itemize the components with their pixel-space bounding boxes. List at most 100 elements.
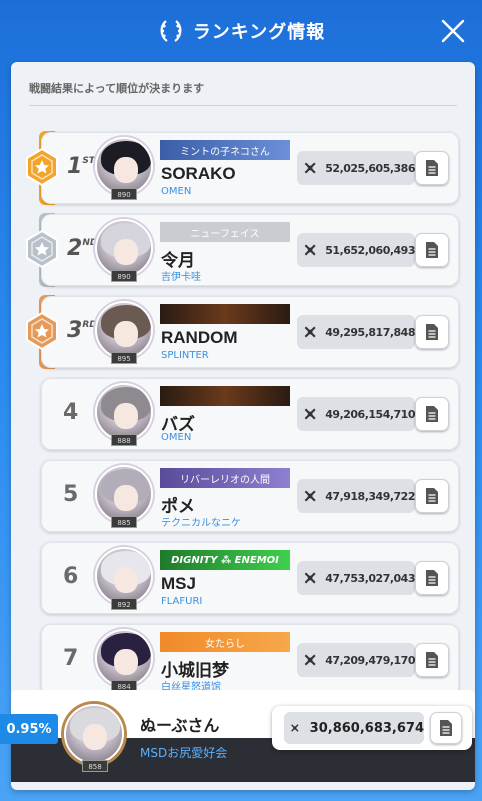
player-avatar[interactable] [95, 219, 153, 277]
player-name: SORAKO [161, 164, 236, 183]
avatar-face [114, 239, 138, 265]
detail-button[interactable] [415, 479, 449, 513]
level-badge: 890 [111, 188, 137, 200]
rank-number: 3RD [67, 318, 97, 343]
rank-number: 6 [63, 564, 79, 589]
document-icon [426, 406, 438, 422]
ranking-description: 戦闘結果によって順位が決まります [29, 82, 205, 95]
name-plate: ミントの子ネコさん [160, 140, 290, 160]
player-avatar[interactable] [95, 383, 153, 441]
name-plate: リバーレリオの人間 [160, 468, 290, 488]
document-icon [426, 160, 438, 176]
name-plate [160, 304, 290, 324]
level-badge: 892 [111, 598, 137, 610]
document-icon [426, 242, 438, 258]
rank-number: 5 [63, 482, 79, 507]
avatar-face [114, 321, 138, 347]
my-avatar[interactable] [64, 704, 124, 764]
score-value: 47,753,027,043 [325, 571, 415, 585]
my-player-name: ぬーぶさん [140, 716, 220, 735]
gold-medal-icon [26, 147, 58, 187]
player-avatar[interactable] [95, 629, 153, 687]
player-avatar[interactable] [95, 465, 153, 523]
detail-button[interactable] [415, 233, 449, 267]
detail-button[interactable] [415, 561, 449, 595]
silver-medal-icon [26, 229, 58, 269]
my-score-box: 30,860,683,674 [284, 712, 424, 744]
my-detail-button[interactable] [430, 712, 462, 744]
rank-number: 1ST [67, 154, 95, 179]
combat-power-icon [291, 724, 299, 732]
name-plate: 女たらし [160, 632, 290, 652]
combat-power-icon [304, 162, 316, 174]
document-icon [426, 488, 438, 504]
combat-power-icon [304, 408, 316, 420]
rank-number: 7 [63, 646, 79, 671]
score-box: 52,025,605,386 [297, 151, 415, 185]
combat-power-icon [304, 244, 316, 256]
level-badge: 888 [111, 434, 137, 446]
player-avatar[interactable] [95, 547, 153, 605]
my-score: 30,860,683,674 [309, 720, 424, 736]
ranking-row[interactable]: 7 884 女たらし 小城旧梦 白丝星怒道馆 47,209,479,170 [41, 624, 459, 696]
name-plate-text: 女たらし [205, 638, 245, 650]
combat-power-icon [304, 326, 316, 338]
avatar-face [114, 649, 138, 675]
player-name: MSJ [161, 574, 196, 593]
score-box: 47,918,349,722 [297, 479, 415, 513]
rank-number: 4 [63, 400, 79, 425]
my-level-badge: 858 [82, 760, 108, 772]
avatar-face [114, 485, 138, 511]
score-value: 47,209,479,170 [325, 653, 415, 667]
score-value: 52,025,605,386 [325, 161, 415, 175]
avatar-face [83, 724, 107, 750]
document-icon [426, 324, 438, 340]
level-badge: 895 [111, 352, 137, 364]
ranking-row[interactable]: 3RD 895 RANDOM SPLINTER 49,295,817,848 [26, 296, 459, 368]
my-guild-name: MSDお尻愛好会 [140, 746, 228, 760]
detail-button[interactable] [415, 397, 449, 431]
ranking-row[interactable]: 4 888 バズ OMEN 49,206,154,710 [41, 378, 459, 450]
page-title: ランキング情報 [192, 22, 326, 43]
score-value: 49,206,154,710 [325, 407, 415, 421]
combat-power-icon [304, 490, 316, 502]
score-box: 47,209,479,170 [297, 643, 415, 677]
score-value: 49,295,817,848 [325, 325, 415, 339]
ranking-row[interactable]: 6 892 DIGNITY ⁂ ENEMOI MSJ FLAFURI 47,75… [41, 542, 459, 614]
ranking-row[interactable]: 2ND 890 ニューフェイス 令月 吉伊卡哇 51,652,060,493 [26, 214, 459, 286]
player-avatar[interactable] [95, 301, 153, 359]
avatar-face [114, 403, 138, 429]
detail-button[interactable] [415, 151, 449, 185]
name-plate: DIGNITY ⁂ ENEMOI [160, 550, 290, 570]
divider [29, 105, 457, 106]
detail-button[interactable] [415, 315, 449, 349]
detail-button[interactable] [415, 643, 449, 677]
guild-name: FLAFURI [161, 596, 203, 607]
score-value: 47,918,349,722 [325, 489, 415, 503]
my-rank-bar: 0.95% 858 ぬーぶさん MSDお尻愛好会 30,860,683,674 [0, 690, 482, 790]
guild-name: OMEN [161, 186, 192, 197]
ranking-row[interactable]: 5 885 リバーレリオの人間 ポメ テクニカルなニケ 47,918,349,7… [41, 460, 459, 532]
bronze-medal-icon [26, 311, 58, 351]
score-box: 49,295,817,848 [297, 315, 415, 349]
document-icon [426, 570, 438, 586]
avatar-face [114, 157, 138, 183]
close-icon[interactable] [440, 18, 466, 44]
score-value: 51,652,060,493 [325, 243, 415, 257]
guild-name: OMEN [161, 432, 192, 443]
score-box: 51,652,060,493 [297, 233, 415, 267]
player-avatar[interactable] [95, 137, 153, 195]
ranking-panel: 戦闘結果によって順位が決まります 1ST 890 ミントの子ネコさん SORAK… [11, 62, 475, 790]
name-plate-text: ミントの子ネコさん [180, 146, 270, 158]
ranking-row[interactable]: 1ST 890 ミントの子ネコさん SORAKO OMEN 52,025,605… [26, 132, 459, 204]
score-box: 47,753,027,043 [297, 561, 415, 595]
guild-name: 吉伊卡哇 [161, 272, 201, 283]
rank-number: 2ND [67, 236, 98, 261]
combat-power-icon [304, 654, 316, 666]
player-name: RANDOM [161, 328, 238, 347]
document-icon [440, 720, 452, 736]
level-badge: 890 [111, 270, 137, 282]
rank-suffix: ST [82, 156, 95, 166]
name-plate-text: ニューフェイス [190, 228, 260, 240]
level-badge: 885 [111, 516, 137, 528]
